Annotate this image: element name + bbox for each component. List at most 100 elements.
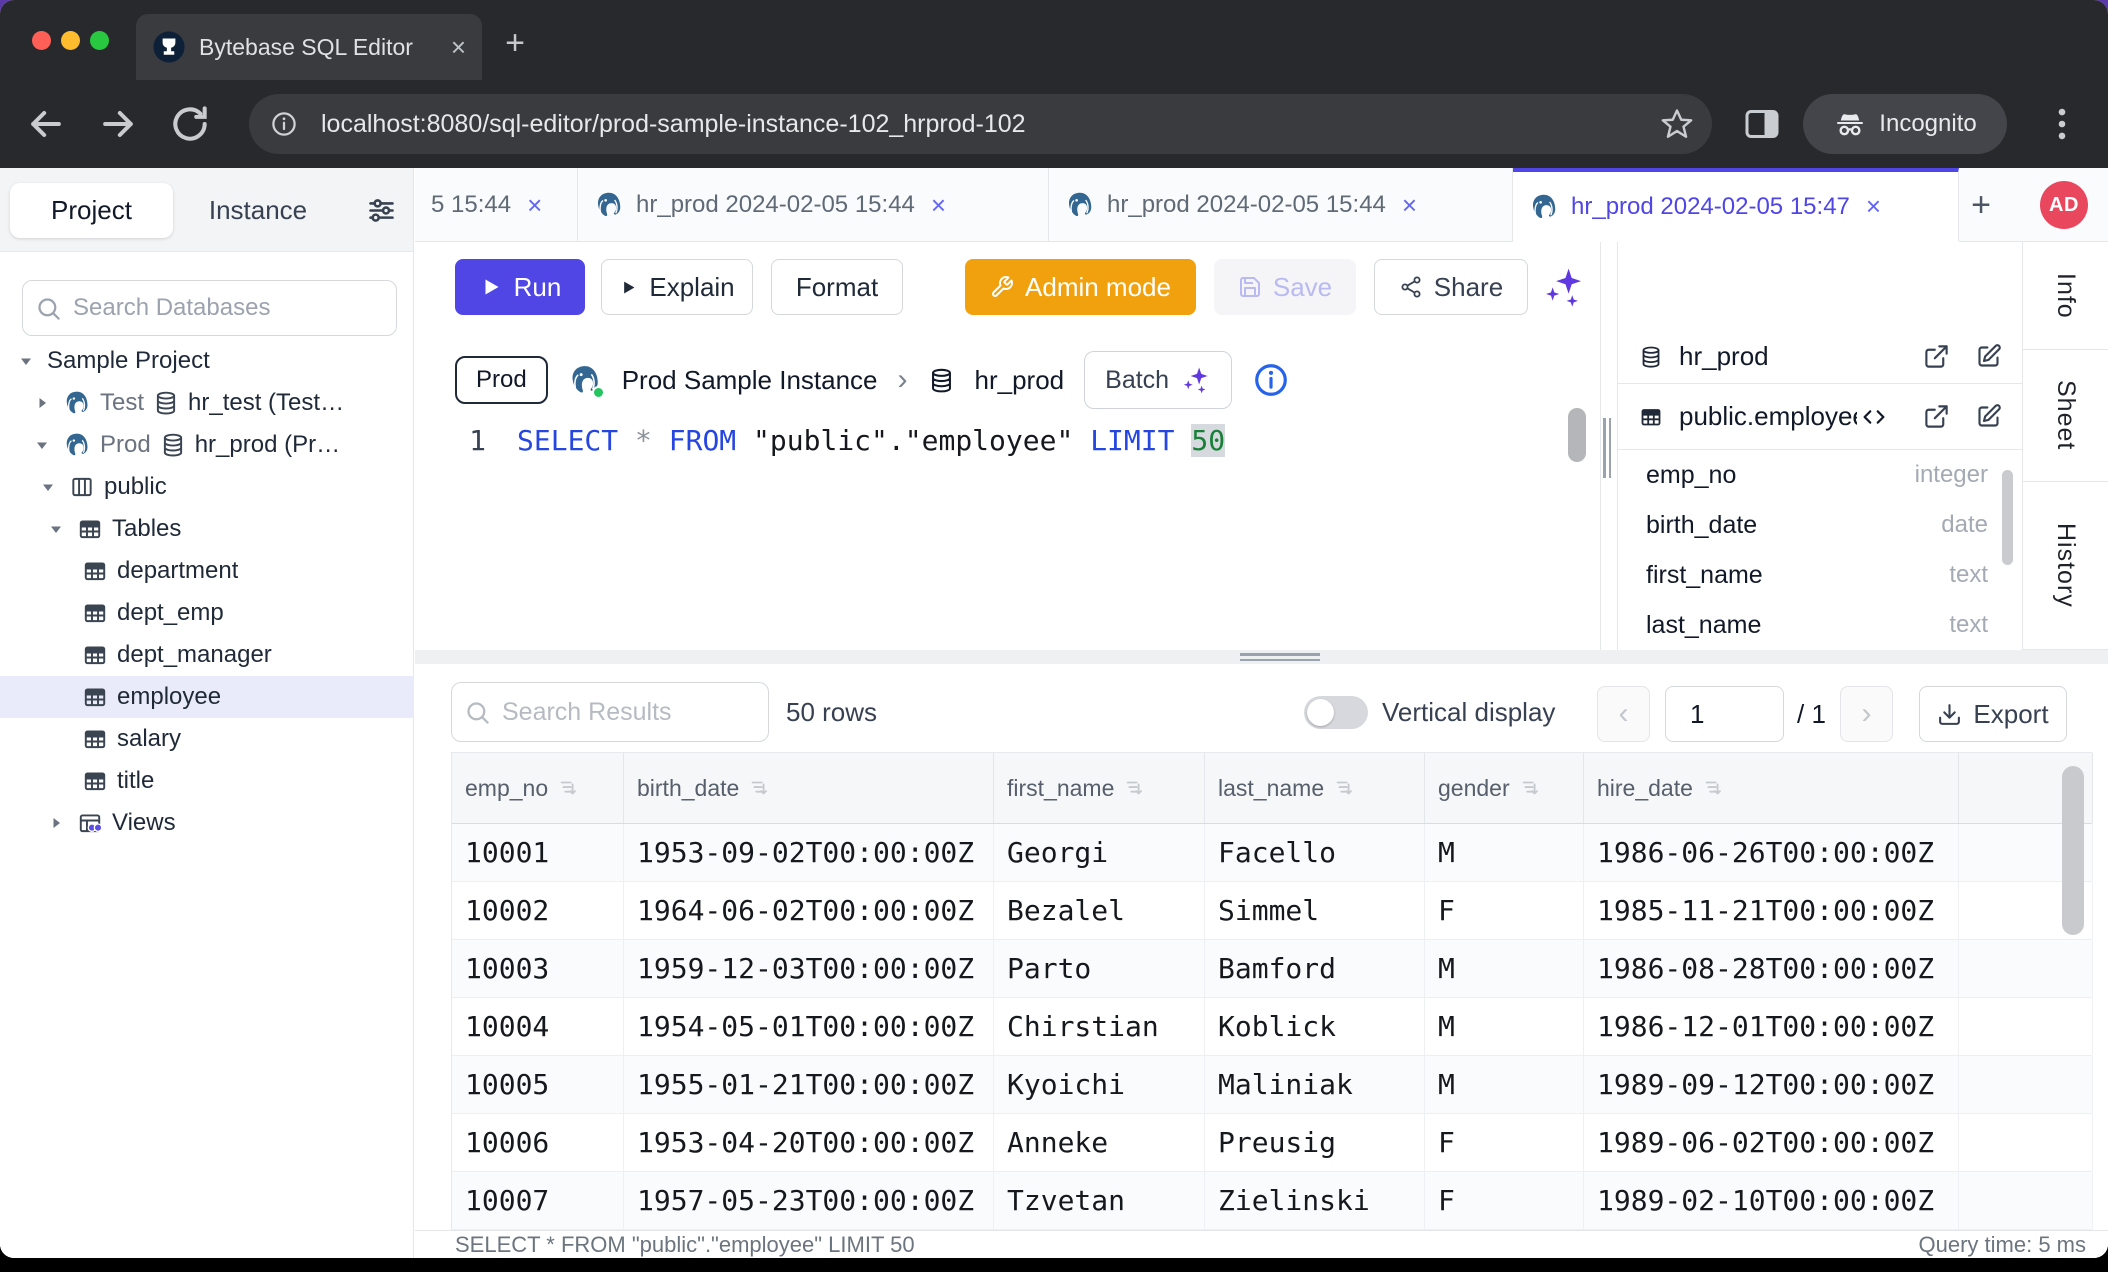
table-cell[interactable]: 10007 <box>452 1172 624 1229</box>
results-splitter[interactable] <box>415 650 2108 664</box>
table-cell[interactable]: 10001 <box>452 824 624 881</box>
close-icon[interactable]: × <box>1866 191 1881 222</box>
column-header-last_name[interactable]: last_name <box>1205 753 1425 823</box>
bookmark-star-icon[interactable] <box>1660 107 1694 141</box>
column-row[interactable]: first_nametext <box>1618 550 2022 600</box>
close-icon[interactable]: × <box>931 190 946 221</box>
page-number-input[interactable] <box>1665 686 1784 742</box>
table-cell[interactable]: Maliniak <box>1205 1056 1425 1113</box>
table-cell[interactable]: Koblick <box>1205 998 1425 1055</box>
browser-menu-icon[interactable] <box>2040 102 2084 146</box>
database-search-input[interactable] <box>73 294 384 322</box>
save-button[interactable]: Save <box>1214 259 1356 315</box>
table-cell[interactable]: 10006 <box>452 1114 624 1171</box>
tab-project[interactable]: Project <box>10 183 173 238</box>
ai-sparkles-icon[interactable] <box>1542 265 1586 309</box>
table-cell[interactable]: Georgi <box>994 824 1205 881</box>
results-search[interactable] <box>451 682 769 742</box>
table-cell[interactable]: Preusig <box>1205 1114 1425 1171</box>
results-resize-handle[interactable] <box>1240 653 1320 664</box>
back-icon[interactable] <box>24 102 68 146</box>
schema-table-row[interactable]: public.employee <box>1618 384 2022 450</box>
caret-down-icon[interactable] <box>30 433 54 457</box>
vertical-display-toggle[interactable] <box>1304 696 1368 729</box>
column-row[interactable]: birth_datedate <box>1618 500 2022 550</box>
table-cell[interactable]: 1964-06-02T00:00:00Z <box>624 882 994 939</box>
table-cell[interactable]: 1959-12-03T00:00:00Z <box>624 940 994 997</box>
forward-icon[interactable] <box>96 102 140 146</box>
rail-tab-sheet[interactable]: Sheet <box>2023 350 2108 482</box>
table-cell[interactable]: Chirstian <box>994 998 1205 1055</box>
table-cell[interactable]: Bamford <box>1205 940 1425 997</box>
caret-down-icon[interactable] <box>14 349 38 373</box>
tree-item-salary[interactable]: salary <box>0 718 414 760</box>
table-cell[interactable]: M <box>1425 824 1584 881</box>
table-cell[interactable]: 1954-05-01T00:00:00Z <box>624 998 994 1055</box>
table-cell[interactable]: 1986-08-28T00:00:00Z <box>1584 940 1959 997</box>
table-cell[interactable]: 1986-06-26T00:00:00Z <box>1584 824 1959 881</box>
database-name[interactable]: hr_prod <box>975 365 1065 396</box>
external-link-icon[interactable] <box>1923 403 1950 430</box>
table-cell[interactable]: Kyoichi <box>994 1056 1205 1113</box>
table-scrollbar[interactable] <box>2062 766 2084 935</box>
tree-item-title[interactable]: title <box>0 760 414 802</box>
column-header-gender[interactable]: gender <box>1425 753 1584 823</box>
admin-mode-button[interactable]: Admin mode <box>965 259 1196 315</box>
avatar[interactable]: AD <box>2040 181 2088 229</box>
site-info-icon[interactable] <box>269 109 299 139</box>
column-header-birth_date[interactable]: birth_date <box>624 753 994 823</box>
zoom-window-button[interactable] <box>90 31 109 50</box>
browser-tab[interactable]: Bytebase SQL Editor × <box>136 14 482 80</box>
table-cell[interactable]: 1985-11-21T00:00:00Z <box>1584 882 1959 939</box>
table-cell[interactable]: 10005 <box>452 1056 624 1113</box>
table-cell[interactable]: Parto <box>994 940 1205 997</box>
table-cell[interactable]: M <box>1425 1056 1584 1113</box>
table-cell[interactable]: 10003 <box>452 940 624 997</box>
share-button[interactable]: Share <box>1374 259 1528 315</box>
sort-icon[interactable] <box>1123 777 1145 799</box>
column-header-emp_no[interactable]: emp_no <box>452 753 624 823</box>
editor-tab[interactable]: hr_prod 2024-02-05 15:44× <box>1049 168 1513 242</box>
table-cell[interactable]: 10004 <box>452 998 624 1055</box>
sql-editor[interactable]: 1 SELECT * FROM "public"."employee" LIMI… <box>415 412 1600 650</box>
close-window-button[interactable] <box>32 31 51 50</box>
instance-name[interactable]: Prod Sample Instance <box>622 365 878 396</box>
tree-item-tables[interactable]: Tables <box>0 508 414 550</box>
table-cell[interactable]: 1955-01-21T00:00:00Z <box>624 1056 994 1113</box>
table-cell[interactable]: Tzvetan <box>994 1172 1205 1229</box>
table-cell[interactable]: 1986-12-01T00:00:00Z <box>1584 998 1959 1055</box>
side-panel-icon[interactable] <box>1742 104 1782 144</box>
info-icon[interactable] <box>1252 361 1290 399</box>
editor-tab[interactable]: hr_prod 2024-02-05 15:44× <box>578 168 1049 242</box>
code-icon[interactable] <box>1859 402 1889 432</box>
format-button[interactable]: Format <box>771 259 903 315</box>
next-page-button[interactable]: › <box>1840 686 1893 742</box>
address-bar[interactable]: localhost:8080/sql-editor/prod-sample-in… <box>249 94 1712 154</box>
tree-item-public[interactable]: public <box>0 466 414 508</box>
close-icon[interactable]: × <box>527 190 542 221</box>
sort-icon[interactable] <box>1702 777 1724 799</box>
tree-item-dept_emp[interactable]: dept_emp <box>0 592 414 634</box>
tree-item-employee[interactable]: employee <box>0 676 414 718</box>
tree-item-hr_test-test-[interactable]: Testhr_test (Test… <box>0 382 414 424</box>
schema-scrollbar[interactable] <box>2002 470 2013 565</box>
external-link-icon[interactable] <box>1923 343 1950 370</box>
table-cell[interactable]: F <box>1425 1172 1584 1229</box>
table-cell[interactable]: Bezalel <box>994 882 1205 939</box>
column-row[interactable]: emp_nointeger <box>1618 450 2022 500</box>
edit-icon[interactable] <box>1975 343 2002 370</box>
rail-tab-history[interactable]: History <box>2023 482 2108 650</box>
table-cell[interactable]: F <box>1425 1114 1584 1171</box>
table-cell[interactable]: 1957-05-23T00:00:00Z <box>624 1172 994 1229</box>
reload-icon[interactable] <box>168 102 212 146</box>
tree-item-department[interactable]: department <box>0 550 414 592</box>
results-search-input[interactable] <box>502 698 756 727</box>
table-cell[interactable]: Zielinski <box>1205 1172 1425 1229</box>
table-cell[interactable]: F <box>1425 882 1584 939</box>
sort-icon[interactable] <box>557 777 579 799</box>
column-header-hire_date[interactable]: hire_date <box>1584 753 1959 823</box>
close-tab-icon[interactable]: × <box>451 32 466 63</box>
tree-item-sample-project[interactable]: Sample Project <box>0 340 414 382</box>
sort-icon[interactable] <box>1519 777 1541 799</box>
table-cell[interactable]: 1989-06-02T00:00:00Z <box>1584 1114 1959 1171</box>
